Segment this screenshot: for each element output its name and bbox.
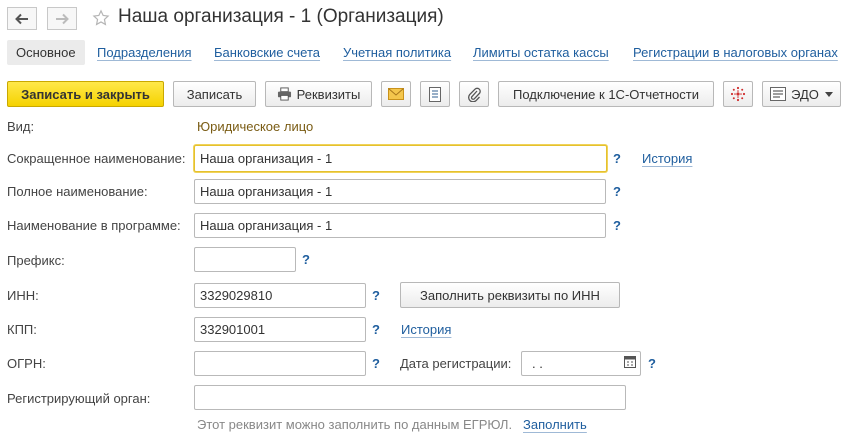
calendar-icon[interactable]	[624, 355, 636, 371]
reg-date-value: . .	[532, 356, 543, 371]
prefix-input[interactable]	[194, 247, 296, 272]
kpp-input[interactable]: 332901001	[194, 317, 366, 342]
reg-date-label: Дата регистрации:	[400, 356, 512, 371]
full-name-label: Полное наименование:	[7, 184, 148, 199]
tab-tax-registrations[interactable]: Регистрации в налоговых органах	[633, 40, 838, 65]
full-name-input[interactable]: Наша организация - 1	[194, 179, 606, 204]
tab-main[interactable]: Основное	[7, 40, 85, 65]
arrow-right-icon	[56, 13, 69, 24]
send-email-button[interactable]	[381, 81, 411, 107]
tab-bank-accounts[interactable]: Банковские счета	[214, 40, 320, 65]
page-title: Наша организация - 1 (Организация)	[118, 6, 444, 27]
document-button[interactable]	[420, 81, 450, 107]
tab-cash-limits[interactable]: Лимиты остатка кассы	[473, 40, 609, 65]
tab-accounting-policy[interactable]: Учетная политика	[343, 40, 451, 65]
network-button[interactable]	[723, 81, 753, 107]
network-dots-icon	[730, 86, 746, 102]
egrul-hint-text: Этот реквизит можно заполнить по данным …	[197, 417, 513, 432]
ogrn-help-icon[interactable]: ?	[372, 356, 380, 371]
fill-by-inn-button[interactable]: Заполнить реквизиты по ИНН	[400, 282, 620, 308]
short-name-label: Сокращенное наименование:	[7, 151, 186, 166]
full-name-help-icon[interactable]: ?	[613, 184, 621, 199]
kpp-label: КПП:	[7, 322, 37, 337]
program-name-help-icon[interactable]: ?	[613, 218, 621, 233]
connect-1c-reporting-button[interactable]: Подключение к 1С-Отчетности	[498, 81, 714, 107]
edo-label: ЭДО	[791, 86, 819, 102]
printer-icon	[277, 87, 292, 101]
inn-input[interactable]: 3329029810	[194, 283, 366, 308]
kind-label: Вид:	[7, 119, 35, 134]
envelope-icon	[388, 88, 404, 100]
document-list-icon	[429, 86, 441, 102]
arrow-left-icon	[15, 13, 28, 24]
ogrn-input[interactable]	[194, 351, 366, 376]
edo-dropdown-button[interactable]: ЭДО	[762, 81, 841, 107]
save-button[interactable]: Записать	[173, 81, 256, 107]
edo-icon	[770, 87, 787, 101]
reg-organ-input[interactable]	[194, 385, 626, 410]
fill-by-inn-label: Заполнить реквизиты по ИНН	[420, 287, 600, 303]
reg-organ-label: Регистрирующий орган:	[7, 391, 151, 406]
back-button[interactable]	[7, 7, 37, 30]
save-and-close-button[interactable]: Записать и закрыть	[7, 81, 164, 107]
kpp-history-link[interactable]: История	[401, 322, 451, 337]
star-icon	[92, 9, 110, 26]
prefix-label: Префикс:	[7, 253, 65, 268]
favorite-button[interactable]	[92, 9, 110, 30]
program-name-input[interactable]: Наша организация - 1	[194, 213, 606, 238]
save-label: Записать	[186, 86, 243, 102]
requisites-button[interactable]: Реквизиты	[265, 81, 372, 107]
tab-departments[interactable]: Подразделения	[97, 40, 192, 65]
attach-file-button[interactable]	[459, 81, 489, 107]
program-name-label: Наименование в программе:	[7, 218, 181, 233]
save-and-close-label: Записать и закрыть	[21, 86, 150, 102]
reg-date-input[interactable]: . .	[521, 351, 641, 376]
inn-label: ИНН:	[7, 288, 39, 303]
forward-button[interactable]	[47, 7, 77, 30]
kpp-help-icon[interactable]: ?	[372, 322, 380, 337]
prefix-help-icon[interactable]: ?	[302, 252, 310, 267]
kind-value: Юридическое лицо	[197, 119, 314, 134]
egrul-fill-link[interactable]: Заполнить	[523, 417, 587, 432]
short-name-input[interactable]: Наша организация - 1	[194, 145, 607, 172]
ogrn-label: ОГРН:	[7, 356, 46, 371]
chevron-down-icon	[824, 91, 833, 97]
paperclip-icon	[468, 87, 481, 102]
connect-1c-reporting-label: Подключение к 1С-Отчетности	[512, 86, 699, 102]
requisites-label: Реквизиты	[296, 86, 361, 102]
short-name-help-icon[interactable]: ?	[613, 151, 621, 166]
short-name-history-link[interactable]: История	[642, 151, 692, 166]
inn-help-icon[interactable]: ?	[372, 288, 380, 303]
reg-date-help-icon[interactable]: ?	[648, 356, 656, 371]
